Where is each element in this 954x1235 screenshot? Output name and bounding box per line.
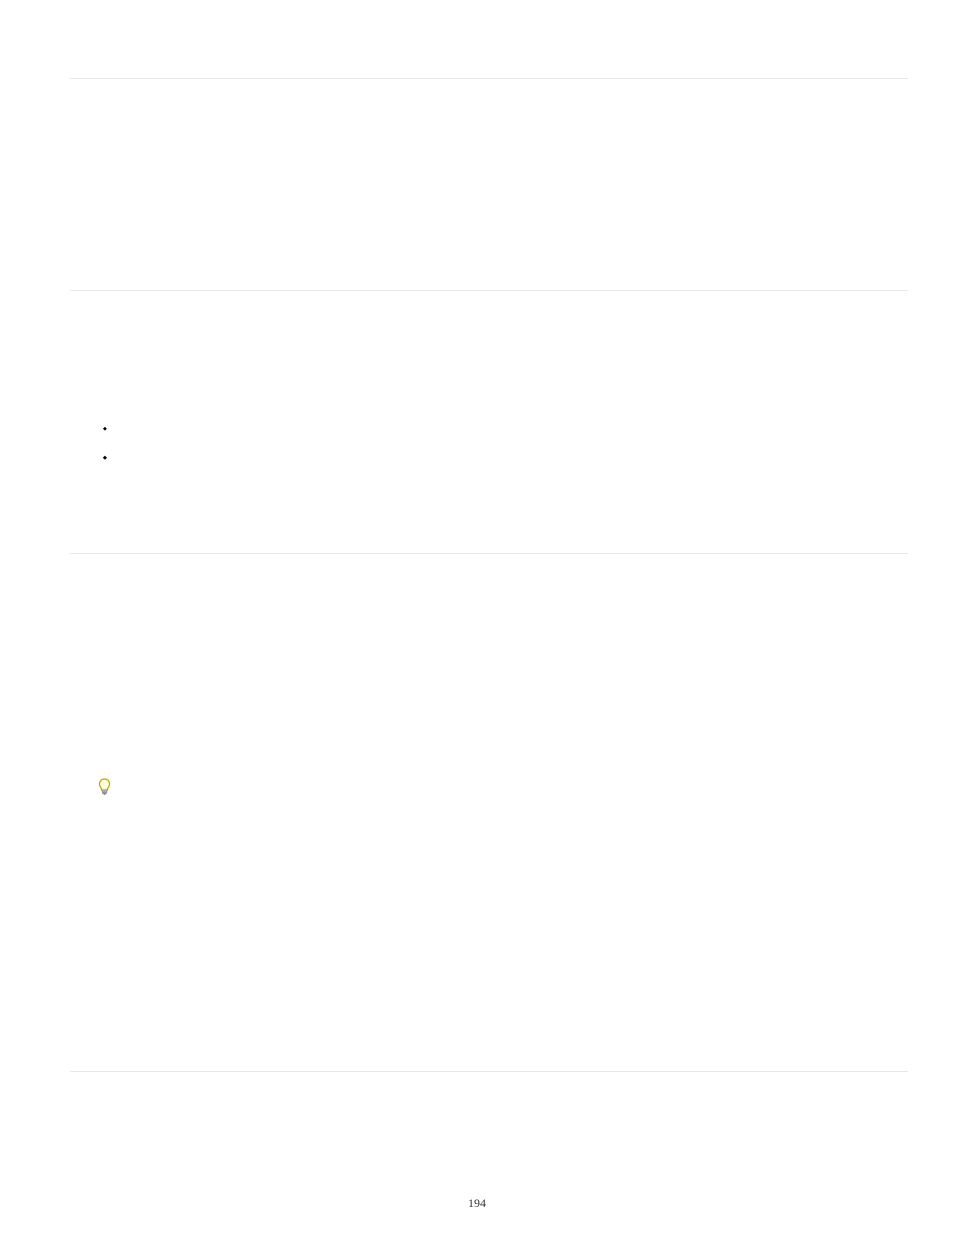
document-page: 194 [0,0,954,1235]
horizontal-divider [70,78,908,79]
bullet-list [103,424,121,453]
horizontal-divider [70,1071,908,1072]
lightbulb-icon [97,778,112,796]
horizontal-divider [70,290,908,291]
horizontal-divider [70,553,908,554]
page-number: 194 [0,1196,954,1211]
